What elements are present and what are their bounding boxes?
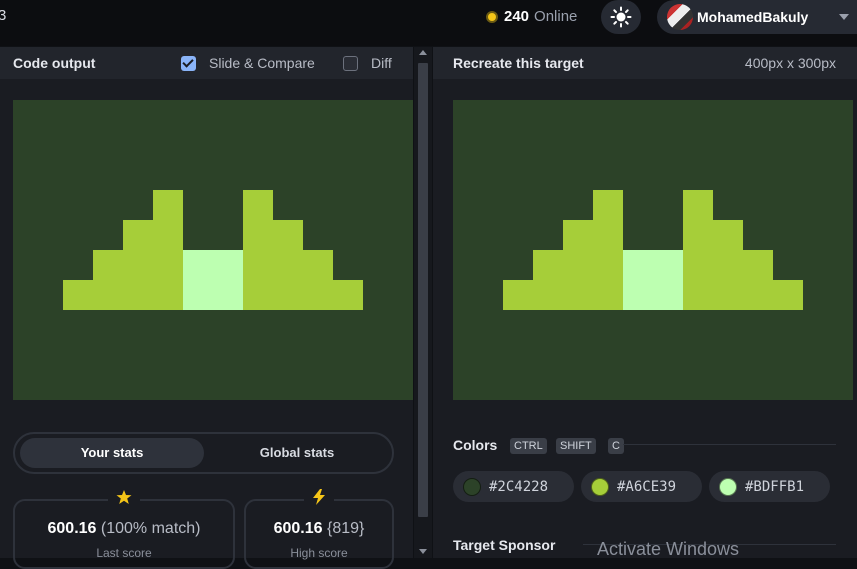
online-counter: 240 Online <box>486 8 577 25</box>
target-step-right-2 <box>743 250 773 310</box>
username: MohamedBakuly <box>697 9 809 25</box>
activate-windows-watermark: Activate Windows <box>597 539 740 559</box>
last-score-card: 600.16 (100% match) Last score <box>13 489 235 569</box>
shape-step-right-2 <box>303 250 333 310</box>
top-bar: 3 240 Online MohamedBakuly <box>0 0 857 46</box>
code-output-canvas[interactable] <box>13 100 413 400</box>
target-title: Recreate this target <box>453 55 584 71</box>
target-step-left-2 <box>533 250 563 310</box>
theme-toggle-button[interactable] <box>601 0 641 34</box>
swatch-dot <box>719 477 737 496</box>
coin-icon <box>486 10 498 23</box>
diff-label[interactable]: Diff <box>371 55 392 71</box>
scroll-up-icon[interactable] <box>419 50 427 55</box>
online-label: Online <box>534 8 578 25</box>
code-output-title: Code output <box>13 55 96 71</box>
high-score-detail: {819} <box>327 520 365 537</box>
lightning-icon <box>304 489 334 510</box>
kbd-shift: SHIFT <box>556 438 596 454</box>
high-score-card: 600.16 {819} High score <box>244 489 394 569</box>
sun-icon <box>610 6 632 28</box>
swatch-hex: #BDFFB1 <box>745 478 805 495</box>
kbd-ctrl: CTRL <box>510 438 547 454</box>
slide-compare-label[interactable]: Slide & Compare <box>209 55 315 71</box>
star-icon <box>108 489 140 510</box>
swatch-hex: #2C4228 <box>489 478 549 495</box>
target-step-right-3 <box>713 220 743 310</box>
colors-divider <box>623 444 836 445</box>
target-canvas <box>453 100 853 400</box>
target-header: Recreate this target 400px x 300px <box>433 47 857 79</box>
online-count: 240 <box>504 8 530 25</box>
swatch-dot <box>591 477 609 496</box>
shape-step-right-3 <box>273 220 303 310</box>
scrollbar[interactable] <box>414 47 432 558</box>
shape-step-left-1 <box>63 280 93 310</box>
tab-global-stats[interactable]: Global stats <box>215 438 379 468</box>
scroll-thumb[interactable] <box>418 63 428 517</box>
target-step-left-3 <box>563 220 593 310</box>
kbd-c: C <box>608 438 624 454</box>
target-panel: Recreate this target 400px x 300px Color… <box>433 47 857 558</box>
slide-compare-checkbox[interactable] <box>181 56 196 71</box>
swatch-dot <box>463 477 481 496</box>
swatch-hex: #A6CE39 <box>617 478 677 495</box>
shape-step-right-1 <box>333 280 363 310</box>
shape-step-left-2 <box>93 250 123 310</box>
colors-title: Colors <box>453 437 498 453</box>
high-score-value-row: 600.16 {819} <box>246 520 392 538</box>
shape-step-left-3 <box>123 220 153 310</box>
color-swatch-3[interactable]: #BDFFB1 <box>709 471 830 502</box>
last-score-value-row: 600.16 (100% match) <box>15 520 233 538</box>
avatar <box>667 4 693 30</box>
user-menu-button[interactable]: MohamedBakuly <box>657 0 857 34</box>
color-swatch-2[interactable]: #A6CE39 <box>581 471 702 502</box>
truncated-header-text: 3 <box>0 7 7 24</box>
last-score-detail: (100% match) <box>100 520 201 537</box>
diff-checkbox[interactable] <box>343 56 358 71</box>
color-swatch-1[interactable]: #2C4228 <box>453 471 574 502</box>
target-sponsor-title: Target Sponsor <box>453 537 556 553</box>
last-score-value: 600.16 <box>47 520 97 537</box>
target-step-left-1 <box>503 280 533 310</box>
shape-step-right-4 <box>243 190 273 310</box>
tab-your-stats[interactable]: Your stats <box>20 438 204 468</box>
target-size: 400px x 300px <box>744 55 836 71</box>
scroll-down-icon[interactable] <box>419 549 427 554</box>
code-output-header: Code output Slide & Compare Diff <box>0 47 413 79</box>
chevron-down-icon <box>839 14 849 20</box>
target-center <box>623 250 683 310</box>
code-output-panel: Code output Slide & Compare Diff Your st… <box>0 47 413 569</box>
target-step-right-4 <box>683 190 713 310</box>
high-score-value: 600.16 <box>273 520 323 537</box>
shape-step-left-4 <box>153 190 183 310</box>
target-step-left-4 <box>593 190 623 310</box>
shape-center <box>183 250 243 310</box>
target-step-right-1 <box>773 280 803 310</box>
stats-tab-switcher: Your stats Global stats <box>13 432 394 474</box>
